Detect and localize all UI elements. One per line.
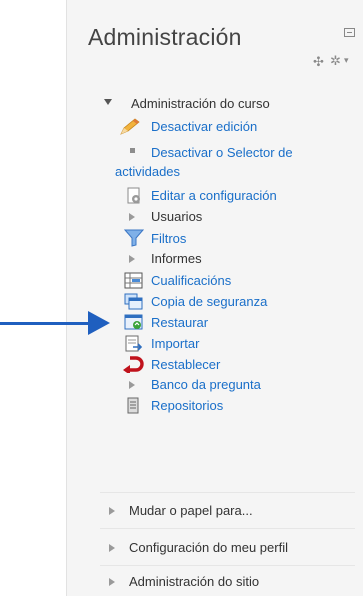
menu-item-disable-editing[interactable]: Desactivar edición: [151, 119, 257, 135]
menu-item-users[interactable]: Usuarios: [151, 209, 202, 225]
triangle-right-icon[interactable]: [109, 544, 115, 552]
menu-item-activity-chooser[interactable]: Desactivar o Selector de: [151, 145, 293, 161]
menu-item-profile-settings[interactable]: Configuración do meu perfil: [129, 540, 288, 556]
filter-icon: [124, 229, 144, 247]
course-admin-heading[interactable]: Administración do curso: [131, 96, 270, 112]
gear-icon[interactable]: ✲: [330, 53, 341, 69]
backup-icon: [124, 293, 143, 310]
triangle-right-icon[interactable]: [109, 507, 115, 515]
divider: [100, 492, 355, 493]
menu-item-restore[interactable]: Restaurar: [151, 315, 208, 331]
menu-item-filters[interactable]: Filtros: [151, 231, 186, 247]
grades-icon: [124, 272, 143, 289]
divider: [100, 565, 355, 566]
move-icon[interactable]: ✣: [313, 54, 324, 70]
triangle-down-icon[interactable]: [104, 99, 112, 105]
square-bullet-icon: [130, 148, 135, 153]
triangle-right-icon[interactable]: [129, 381, 135, 389]
menu-item-reset[interactable]: Restablecer: [151, 357, 220, 373]
settings-doc-icon: [127, 187, 140, 204]
block-title: Administración: [88, 24, 242, 50]
restore-icon: [124, 314, 143, 330]
menu-item-site-administration[interactable]: Administración do sitio: [129, 574, 259, 590]
pointer-arrow-shaft: [0, 322, 92, 325]
reset-icon: [123, 356, 144, 373]
triangle-right-icon[interactable]: [129, 213, 135, 221]
menu-item-grades[interactable]: Cualificacións: [151, 273, 231, 289]
menu-item-reports[interactable]: Informes: [151, 251, 202, 267]
divider: [100, 528, 355, 529]
menu-item-switch-role[interactable]: Mudar o papel para...: [129, 503, 253, 519]
pointer-arrow-icon: [88, 311, 110, 335]
import-icon: [125, 335, 143, 352]
menu-item-import[interactable]: Importar: [151, 336, 199, 352]
menu-item-edit-settings[interactable]: Editar a configuración: [151, 188, 277, 204]
chevron-down-icon[interactable]: ▾: [344, 55, 349, 66]
pencil-icon: [120, 118, 140, 135]
triangle-right-icon[interactable]: [129, 255, 135, 263]
menu-item-backup[interactable]: Copia de seguranza: [151, 294, 267, 310]
triangle-right-icon[interactable]: [109, 578, 115, 586]
collapse-icon[interactable]: [344, 28, 355, 37]
menu-item-repositories[interactable]: Repositorios: [151, 398, 223, 414]
menu-item-activity-chooser-line2[interactable]: actividades: [115, 164, 180, 180]
repository-icon: [127, 397, 139, 414]
menu-item-question-bank[interactable]: Banco da pregunta: [151, 377, 261, 393]
